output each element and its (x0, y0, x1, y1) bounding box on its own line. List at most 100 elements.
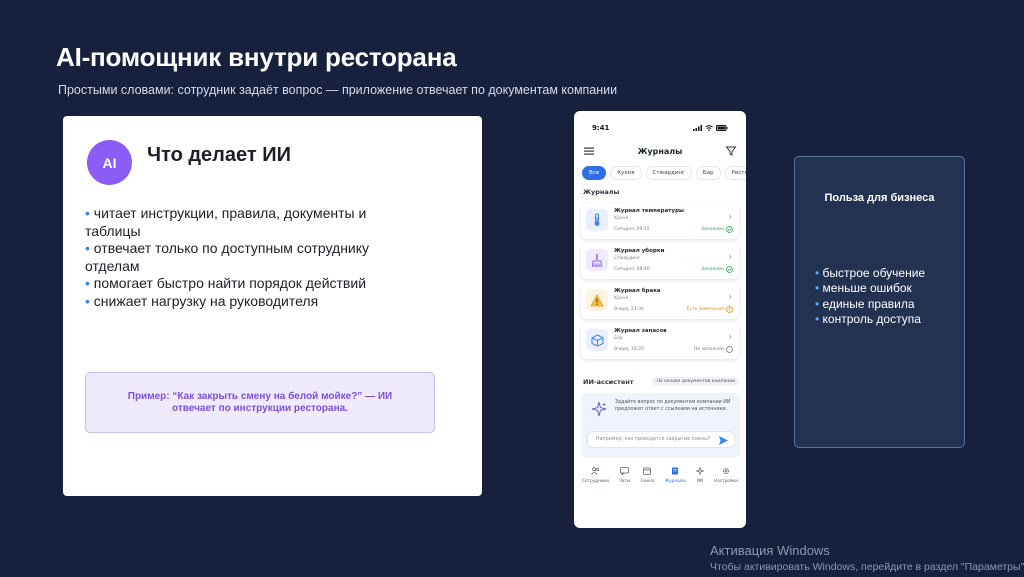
battery-icon (716, 125, 728, 131)
warning-icon (586, 289, 608, 311)
broom-icon (586, 249, 608, 271)
section-title-journals: Журналы (583, 188, 620, 196)
ai-card-title: Что делает ИИ (147, 144, 291, 166)
bullet-icon: • (85, 292, 90, 309)
list-item: • быстрое обучение (815, 266, 926, 280)
check-circle-icon (726, 266, 733, 273)
journal-card[interactable]: Журнал брака Кухня Вчера, 21:30 › Есть з… (581, 283, 739, 319)
bullet-icon: • (85, 275, 90, 291)
list-item: • единые правила (815, 296, 915, 311)
chat-icon (620, 467, 630, 475)
list-item: • контроль доступа (815, 311, 921, 326)
example-text: Пример: “Как закрыть смену на белой мойк… (127, 390, 393, 414)
phone-mockup: 9:41 Журналы Все Кухня Стюардинг Бар Рес… (574, 111, 746, 528)
chip-stewarding[interactable]: Стюардинг (645, 166, 692, 180)
status-badge: Заполнен (701, 266, 733, 273)
bullet-icon: • (815, 296, 820, 311)
journal-dept: Кухня (614, 296, 629, 301)
chevron-right-icon: › (728, 212, 732, 221)
list-item: • помогает быстро найти порядок действий (85, 275, 367, 291)
journal-time: Вчера, 18:20 (614, 347, 644, 352)
check-circle-icon (726, 226, 733, 233)
send-icon[interactable] (718, 435, 729, 446)
alert-circle-icon (726, 306, 733, 313)
chevron-right-icon: › (728, 332, 732, 341)
thermometer-icon (586, 209, 608, 231)
bottom-nav: Сотрудники Чаты Смена Журналы ИИ Настрой… (574, 467, 746, 483)
journal-name: Журнал уборки (614, 248, 665, 254)
ai-assistant-header: ИИ-ассистент На основе документов компан… (583, 377, 739, 386)
journal-icon (672, 467, 679, 475)
calendar-icon (643, 467, 652, 475)
journal-name: Журнал запасов (614, 328, 667, 334)
filter-chips: Все Кухня Стюардинг Бар Ресторан (582, 166, 746, 180)
journal-time: Сегодня, 09:15 (614, 227, 650, 232)
status-badge: Есть замечания (687, 306, 733, 313)
ai-question-input[interactable]: Например: как проводится закрытие смены? (587, 431, 735, 448)
ai-assistant-title: ИИ-ассистент (583, 377, 634, 386)
example-callout: Пример: “Как закрыть смену на белой мойк… (85, 372, 435, 433)
bullet-icon: • (85, 205, 90, 221)
status-badge: Не заполнен (694, 346, 733, 353)
signal-icon (693, 125, 702, 131)
bullet-icon: • (815, 281, 820, 296)
nav-chats[interactable]: Чаты (619, 467, 630, 483)
journal-time: Вчера, 21:30 (614, 307, 644, 312)
status-bar: 9:41 (592, 124, 728, 132)
ai-input-placeholder: Например: как проводится закрытие смены? (596, 437, 711, 442)
bullet-icon: • (815, 311, 820, 326)
hamburger-icon[interactable] (583, 145, 595, 157)
journal-dept: Стюардинг (614, 256, 641, 261)
windows-activation-subtitle: Чтобы активировать Windows, перейдите в … (710, 561, 1024, 573)
slide-subtitle: Простыми словами: сотрудник задаёт вопро… (58, 83, 618, 97)
gear-icon (722, 467, 730, 475)
empty-circle-icon (726, 346, 733, 353)
journal-card[interactable]: Журнал температуры Кухня Сегодня, 09:15 … (581, 203, 739, 239)
journal-dept: Бар (614, 336, 623, 341)
box-icon (586, 329, 608, 351)
bullet-icon: • (85, 240, 90, 256)
slide-title: AI-помощник внутри ресторана (56, 42, 457, 72)
status-badge: Заполнен (701, 226, 733, 233)
nav-employees[interactable]: Сотрудники (582, 467, 609, 483)
list-item: • снижает нагрузку на руководителя (85, 292, 319, 309)
list-item: • читает инструкции, правила, документы … (85, 205, 367, 239)
list-item: • меньше ошибок (815, 281, 912, 296)
journal-dept: Кухня (614, 216, 629, 221)
journal-name: Журнал брака (614, 288, 661, 294)
chevron-right-icon: › (728, 292, 732, 301)
sparkle-icon (591, 401, 607, 417)
journal-card[interactable]: Журнал уборки Стюардинг Сегодня, 08:40 ›… (581, 243, 739, 279)
ai-assistant-box: Задайте вопрос по документам компании ИИ… (581, 393, 740, 458)
chevron-right-icon: › (728, 252, 732, 261)
chip-kitchen[interactable]: Кухня (610, 166, 642, 180)
ai-assistant-badge: На основе документов компании (652, 377, 739, 386)
windows-activation-title: Активация Windows (710, 543, 830, 558)
status-time: 9:41 (592, 124, 610, 132)
benefit-title: Польза для бизнеса (824, 192, 935, 204)
ai-assistant-hint: Задайте вопрос по документам компании ИИ… (615, 400, 731, 412)
page-title: Журналы (637, 146, 683, 156)
ai-features-list: • читает инструкции, правила, документы … (85, 205, 385, 310)
business-benefits-card: Польза для бизнеса • быстрое обучение • … (794, 156, 965, 448)
benefit-list: • быстрое обучение • меньше ошибок • еди… (815, 266, 925, 327)
journal-name: Журнал температуры (614, 208, 684, 214)
chip-restaurant[interactable]: Ресторан (724, 166, 746, 180)
wifi-icon (705, 125, 713, 131)
ai-avatar: AI (87, 140, 132, 185)
chip-all[interactable]: Все (582, 166, 607, 180)
list-item: • отвечает только по доступным сотрудник… (85, 240, 370, 274)
people-icon (591, 467, 600, 475)
journal-time: Сегодня, 08:40 (614, 267, 650, 272)
app-header: Журналы (583, 143, 737, 159)
journal-card[interactable]: Журнал запасов Бар Вчера, 18:20 › Не зап… (581, 323, 739, 359)
filter-icon[interactable] (725, 145, 737, 157)
sparkle-icon (695, 467, 704, 475)
chip-bar[interactable]: Бар (695, 166, 721, 180)
nav-journals[interactable]: Журналы (665, 467, 686, 483)
bullet-icon: • (815, 266, 820, 280)
nav-shift[interactable]: Смена (640, 467, 654, 483)
ai-features-card: AI Что делает ИИ • читает инструкции, пр… (63, 116, 482, 496)
nav-settings[interactable]: Настройки (714, 467, 738, 483)
nav-ai[interactable]: ИИ (695, 467, 704, 483)
